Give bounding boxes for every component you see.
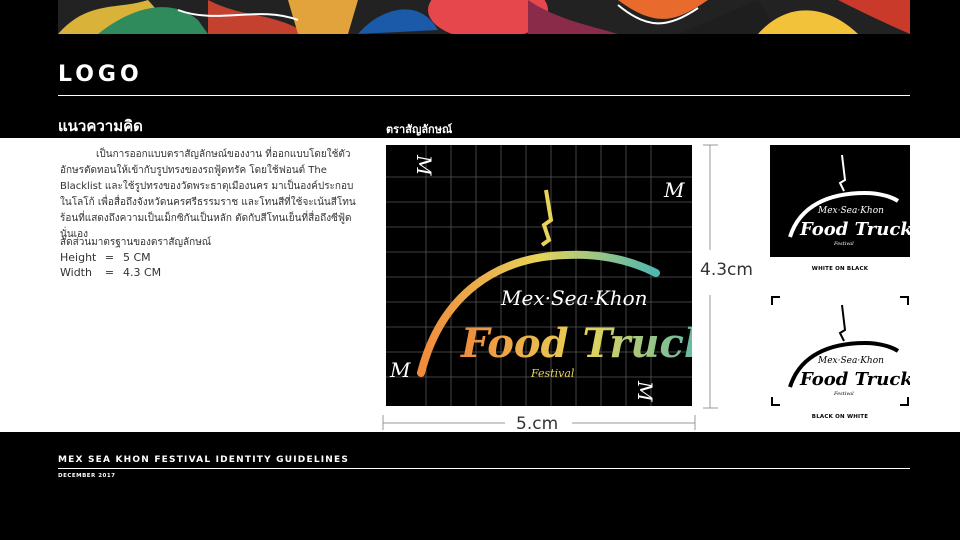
concept-heading: แนวความคิด: [58, 117, 143, 135]
footer-title: MEX SEA KHON FESTIVAL IDENTITY GUIDELINE…: [58, 455, 350, 465]
variant2-logo-line2: Food Truck: [799, 369, 910, 390]
width-eq: =: [104, 266, 115, 279]
ratio-title: สัดส่วนมาตรฐานของตราสัญลักษณ์: [60, 237, 212, 248]
height-value: 5 CM: [123, 251, 151, 264]
decorative-banner: [58, 0, 910, 34]
variant-logo-black: Mex·Sea·Khon Food Truck Festival: [771, 296, 913, 406]
variant2-logo-line1: Mex·Sea·Khon: [817, 356, 884, 366]
height-dimension-label: 4.3cm: [700, 260, 753, 280]
variant-logo-line2: Food Truck: [799, 219, 910, 240]
width-row: Width = 4.3 CM: [60, 266, 161, 279]
caption-white-on-black: WHITE ON BLACK: [811, 266, 869, 272]
banner-art: [58, 0, 910, 34]
variant2-logo-line3: Festival: [833, 391, 854, 397]
height-eq: =: [104, 251, 115, 264]
width-dimension-label: 5.cm: [516, 414, 559, 434]
symbol-heading: ตราสัญลักษณ์: [386, 123, 453, 136]
section-divider: [58, 95, 910, 96]
variant-white-on-black: Mex·Sea·Khon Food Truck Festival: [770, 145, 913, 257]
footer-date: DECEMBER 2017: [58, 473, 116, 479]
width-label: Width: [60, 266, 92, 279]
height-row: Height = 5 CM: [60, 251, 151, 264]
variant-logo-white: Mex·Sea·Khon Food Truck Festival: [788, 154, 913, 247]
height-label: Height: [60, 251, 97, 264]
variant-black-on-white: Mex·Sea·Khon Food Truck Festival: [770, 295, 913, 407]
variant-logo-line1: Mex·Sea·Khon: [817, 206, 884, 216]
footer-divider: [58, 468, 910, 469]
variant-logo-line3: Festival: [833, 241, 854, 247]
dimension-markers: [382, 144, 718, 430]
caption-black-on-white: BLACK ON WHITE: [811, 414, 869, 420]
section-title: LOGO: [58, 62, 143, 87]
concept-body: เป็นการออกแบบตราสัญลักษณ์ของงาน ที่ออกแบ…: [60, 149, 356, 240]
width-value: 4.3 CM: [123, 266, 162, 279]
